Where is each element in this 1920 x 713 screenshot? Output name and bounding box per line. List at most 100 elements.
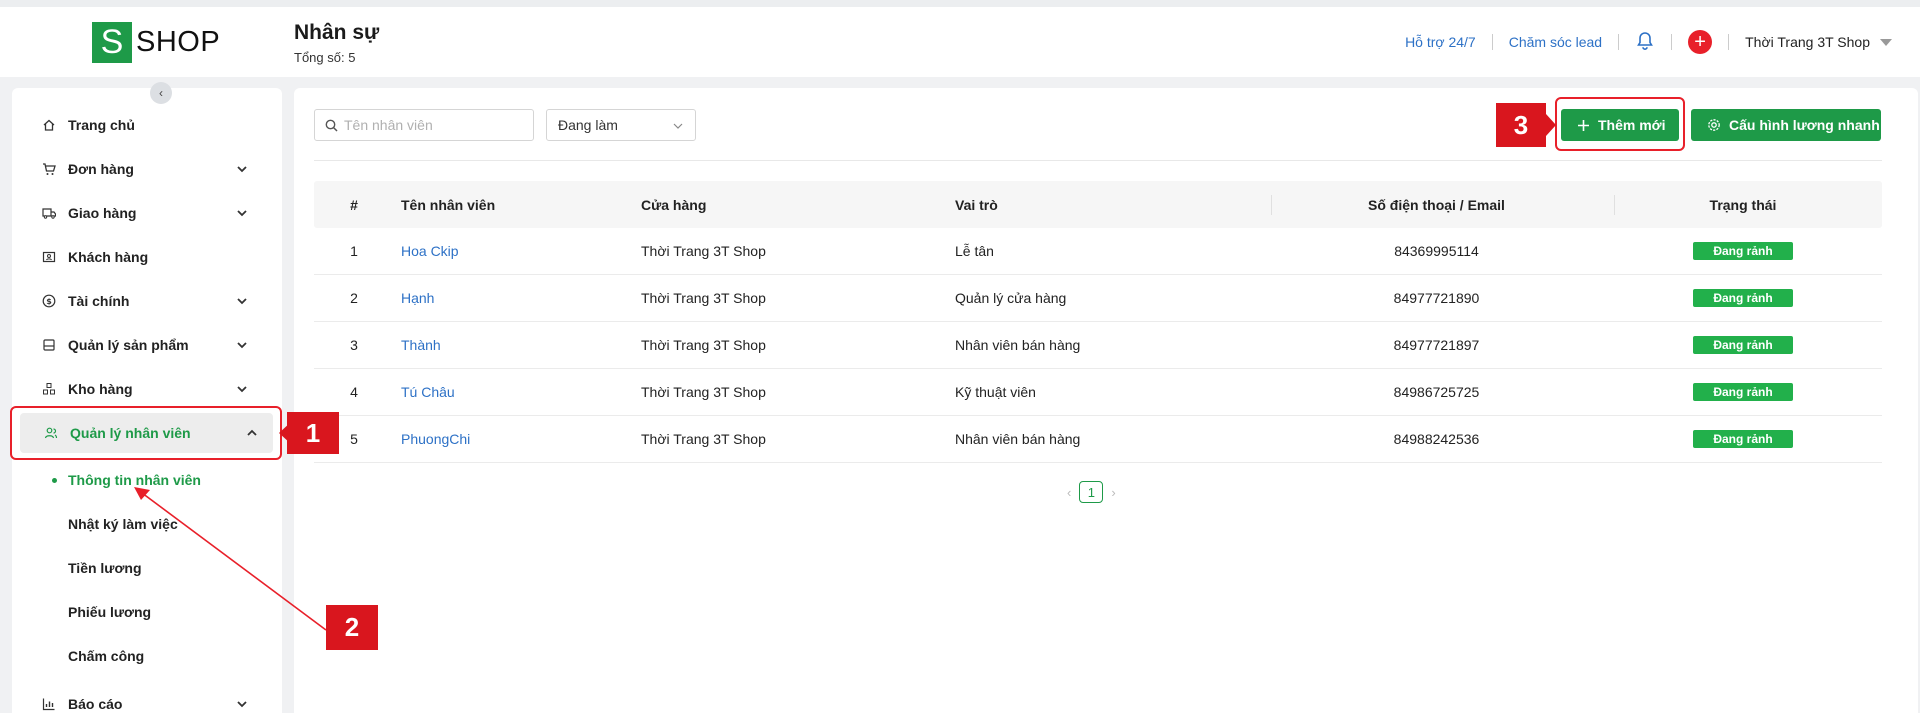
divider <box>1671 34 1673 50</box>
truck-icon <box>42 208 56 219</box>
bell-icon[interactable] <box>1635 31 1655 54</box>
table-row[interactable]: 3 Thành Thời Trang 3T Shop Nhân viên bán… <box>314 322 1882 369</box>
warehouse-icon <box>43 383 55 395</box>
sidebar-item-home[interactable]: Trang chủ <box>8 105 263 145</box>
col-header-store: Cửa hàng <box>641 196 707 213</box>
sidebar-item-label: Quản lý sản phẩm <box>68 337 189 353</box>
quick-add-icon[interactable]: + <box>1688 30 1713 54</box>
phone-cell: 84369995114 <box>1394 243 1479 259</box>
role-cell: Nhân viên bán hàng <box>955 337 1081 353</box>
page-number-button[interactable]: 1 <box>1079 481 1104 503</box>
store-cell: Thời Trang 3T Shop <box>641 337 766 353</box>
shop-switcher[interactable]: Thời Trang 3T Shop <box>1745 34 1870 50</box>
status-cell: Đang rảnh <box>1604 430 1882 448</box>
annotation-highlight-add-button <box>1555 97 1685 151</box>
phone-cell: 84986725725 <box>1393 384 1480 400</box>
chevron-down-icon <box>237 298 247 305</box>
divider <box>1728 34 1730 50</box>
divider <box>1491 34 1493 50</box>
chevron-down-icon <box>237 701 247 708</box>
sidebar-item-label: Khách hàng <box>68 249 149 265</box>
status-badge: Đang rảnh <box>1693 336 1793 354</box>
prev-page-icon[interactable]: ‹ <box>1067 485 1071 500</box>
column-separator <box>1614 195 1615 215</box>
staff-name-link[interactable]: PhuongChi <box>401 431 470 447</box>
staff-name-link[interactable]: Hoa Ckip <box>401 243 459 259</box>
sidebar-item-label: Đơn hàng <box>68 161 134 177</box>
search-box[interactable] <box>314 109 534 141</box>
quick-salary-config-label: Cấu hình lương nhanh <box>1729 117 1880 133</box>
lead-care-link[interactable]: Chăm sóc lead <box>1509 34 1602 50</box>
store-cell: Thời Trang 3T Shop <box>641 290 766 306</box>
sidebar-item-finance[interactable]: $ Tài chính <box>8 281 263 321</box>
status-cell: Đang rảnh <box>1604 383 1882 401</box>
collapse-sidebar-icon[interactable]: ‹ <box>150 82 172 104</box>
sidebar-item-reports[interactable]: Báo cáo <box>8 684 263 713</box>
sidebar-item-products[interactable]: Quản lý sản phẩm <box>8 325 263 365</box>
sidebar-item-orders[interactable]: Đơn hàng <box>8 149 263 189</box>
divider <box>1618 34 1620 50</box>
sidebar-item-customers[interactable]: Khách hàng <box>8 237 263 277</box>
col-header-number: # <box>350 196 358 213</box>
contact-card-icon <box>42 251 56 263</box>
dollar-circle-icon: $ <box>42 294 56 308</box>
column-separator <box>1271 195 1272 215</box>
quick-salary-config-button[interactable]: Cấu hình lương nhanh <box>1691 109 1881 141</box>
search-input[interactable] <box>344 117 524 133</box>
chevron-down-icon <box>237 166 247 173</box>
status-cell: Đang rảnh <box>1604 242 1882 260</box>
support-link[interactable]: Hỗ trợ 24/7 <box>1405 34 1476 50</box>
staff-name-link[interactable]: Hạnh <box>401 290 434 306</box>
caret-down-icon[interactable] <box>1880 38 1892 46</box>
logo-text: SHOP <box>136 26 221 58</box>
role-cell: Kỹ thuật viên <box>955 384 1036 400</box>
col-header-status: Trạng thái <box>1709 196 1777 213</box>
status-badge: Đang rảnh <box>1693 383 1793 401</box>
chevron-down-icon <box>237 210 247 217</box>
sidebar-item-label: Giao hàng <box>68 205 137 221</box>
toolbar-divider <box>314 160 1882 161</box>
top-header: S SHOP Nhân sự Tổng số: 5 Hỗ trợ 24/7 Ch… <box>0 7 1920 77</box>
table-row[interactable]: 4 Tú Châu Thời Trang 3T Shop Kỹ thuật vi… <box>314 369 1882 416</box>
sub-item-timekeeping[interactable]: Chấm công <box>68 648 144 664</box>
status-filter-select[interactable]: Đang làm <box>546 109 696 141</box>
logo[interactable]: S SHOP <box>92 22 220 63</box>
sidebar-item-warehouse[interactable]: Kho hàng <box>8 369 263 409</box>
table-row[interactable]: 1 Hoa Ckip Thời Trang 3T Shop Lễ tân 843… <box>314 228 1882 275</box>
row-number: 3 <box>350 337 358 353</box>
staff-table: # Tên nhân viên Cửa hàng Vai trò Số điện… <box>314 181 1882 463</box>
chevron-down-icon <box>237 342 247 349</box>
chevron-down-icon <box>237 386 247 393</box>
pagination: ‹ 1 › <box>1067 481 1116 503</box>
annotation-step-3: 3 <box>1496 103 1546 147</box>
role-cell: Quản lý cửa hàng <box>955 290 1067 306</box>
status-badge: Đang rảnh <box>1693 289 1793 307</box>
staff-name-link[interactable]: Tú Châu <box>401 384 455 400</box>
top-strip <box>0 0 1920 7</box>
header-actions: Hỗ trợ 24/7 Chăm sóc lead + Thời Trang 3… <box>1405 27 1892 57</box>
staff-name-link[interactable]: Thành <box>401 337 441 353</box>
annotation-highlight-staff-menu <box>10 406 282 460</box>
phone-cell: 84977721890 <box>1393 290 1480 306</box>
role-cell: Nhân viên bán hàng <box>955 431 1081 447</box>
row-number: 4 <box>350 384 358 400</box>
annotation-step-1: 1 <box>287 412 339 454</box>
phone-cell: 84988242536 <box>1393 431 1480 447</box>
home-icon <box>43 119 55 131</box>
svg-text:$: $ <box>46 297 52 306</box>
chart-icon <box>42 698 55 711</box>
sidebar-item-shipping[interactable]: Giao hàng <box>8 193 263 233</box>
page-subtitle: Tổng số: 5 <box>294 50 356 65</box>
table-row[interactable]: 5 PhuongChi Thời Trang 3T Shop Nhân viên… <box>314 416 1882 463</box>
annotation-pointer-icon <box>1546 114 1556 136</box>
annotation-step-2: 2 <box>326 605 378 650</box>
col-header-role: Vai trò <box>955 196 998 213</box>
gear-icon <box>1708 119 1720 131</box>
next-page-icon[interactable]: › <box>1111 485 1115 500</box>
status-filter-value: Đang làm <box>558 117 618 133</box>
store-cell: Thời Trang 3T Shop <box>641 243 766 259</box>
status-badge: Đang rảnh <box>1693 242 1793 260</box>
table-row[interactable]: 2 Hạnh Thời Trang 3T Shop Quản lý cửa hà… <box>314 275 1882 322</box>
search-icon <box>325 119 338 132</box>
status-cell: Đang rảnh <box>1604 289 1882 307</box>
